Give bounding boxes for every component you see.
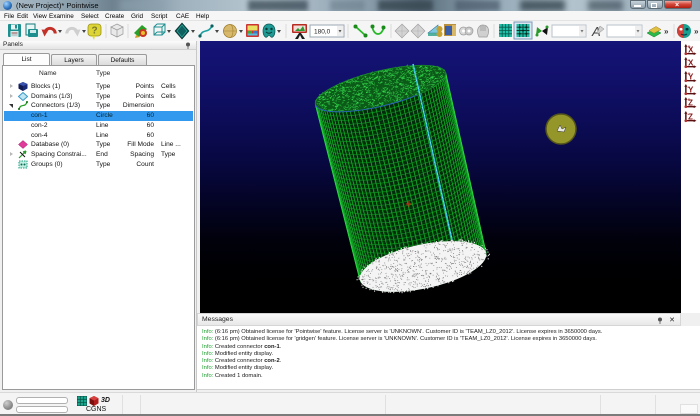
svg-text:»: » [694, 27, 699, 36]
svg-text:+: + [687, 98, 690, 104]
svg-text:?: ? [91, 26, 97, 37]
svg-text:180,0: 180,0 [314, 29, 331, 36]
svg-text:»: » [664, 27, 669, 36]
svg-text:+: + [687, 71, 690, 77]
svg-text:+: + [687, 45, 690, 51]
svg-text:-: - [687, 58, 689, 64]
svg-text:-: - [687, 111, 689, 117]
svg-text:-: - [687, 85, 689, 91]
